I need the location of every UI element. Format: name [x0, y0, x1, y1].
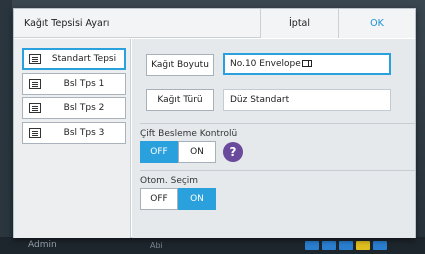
- envelope-icon: [301, 60, 312, 67]
- tray-item-standard[interactable]: Standart Tepsi: [22, 48, 126, 70]
- background-left-edge: [0, 0, 12, 237]
- dialog-titlebar: Kağıt Tepsisi Ayarı İptal OK: [14, 9, 415, 38]
- settings-panel: Kağıt Boyutu No.10 Envelope Kağıt Türü D…: [132, 39, 415, 238]
- duplex-feed-label: Çift Besleme Kontrolü: [140, 129, 238, 139]
- tray-item-label: Bsl Tps 3: [63, 128, 105, 138]
- auto-select-on-toggle[interactable]: ON: [178, 188, 216, 210]
- tray-icon: [29, 128, 41, 138]
- tray-icon: [29, 79, 41, 89]
- auto-select-label: Otom. Seçim: [140, 176, 199, 186]
- ok-button[interactable]: OK: [338, 9, 415, 38]
- background-status-label: Abi: [150, 241, 163, 250]
- tray-item-label: Bsl Tps 1: [63, 79, 105, 89]
- help-icon[interactable]: ?: [223, 142, 243, 162]
- divider: [140, 170, 415, 171]
- tray-item-bypass-1[interactable]: Bsl Tps 1: [22, 73, 126, 95]
- dialog-title: Kağıt Tepsisi Ayarı: [24, 18, 110, 29]
- tray-item-label: Standart Tepsi: [51, 54, 117, 64]
- toner-indicator: [305, 241, 387, 251]
- paper-size-value: No.10 Envelope: [230, 59, 301, 69]
- tray-item-label: Bsl Tps 2: [63, 103, 105, 113]
- divider: [140, 123, 415, 124]
- cancel-button[interactable]: İptal: [260, 9, 338, 38]
- paper-size-button[interactable]: Kağıt Boyutu: [146, 54, 214, 76]
- tray-icon: [29, 103, 41, 113]
- tray-item-bypass-2[interactable]: Bsl Tps 2: [22, 97, 126, 119]
- paper-type-button[interactable]: Kağıt Türü: [146, 89, 214, 111]
- auto-select-off-toggle[interactable]: OFF: [140, 188, 178, 210]
- tray-list: Standart Tepsi Bsl Tps 1 Bsl Tps 2 Bsl T…: [14, 39, 131, 238]
- toner-extra: [373, 241, 387, 250]
- tray-item-bypass-3[interactable]: Bsl Tps 3: [22, 122, 126, 144]
- toner-k: [305, 241, 319, 250]
- tray-icon: [29, 54, 41, 64]
- duplex-feed-off-toggle[interactable]: OFF: [140, 141, 178, 163]
- background-user-label: Admin: [28, 240, 57, 250]
- toner-c: [322, 241, 336, 250]
- paper-tray-settings-dialog: Kağıt Tepsisi Ayarı İptal OK Standart Te…: [13, 8, 416, 238]
- paper-type-field[interactable]: Düz Standart: [223, 89, 391, 111]
- duplex-feed-on-toggle[interactable]: ON: [178, 141, 216, 163]
- toner-m: [339, 241, 353, 250]
- paper-size-field[interactable]: No.10 Envelope: [223, 53, 391, 75]
- toner-y: [356, 241, 370, 250]
